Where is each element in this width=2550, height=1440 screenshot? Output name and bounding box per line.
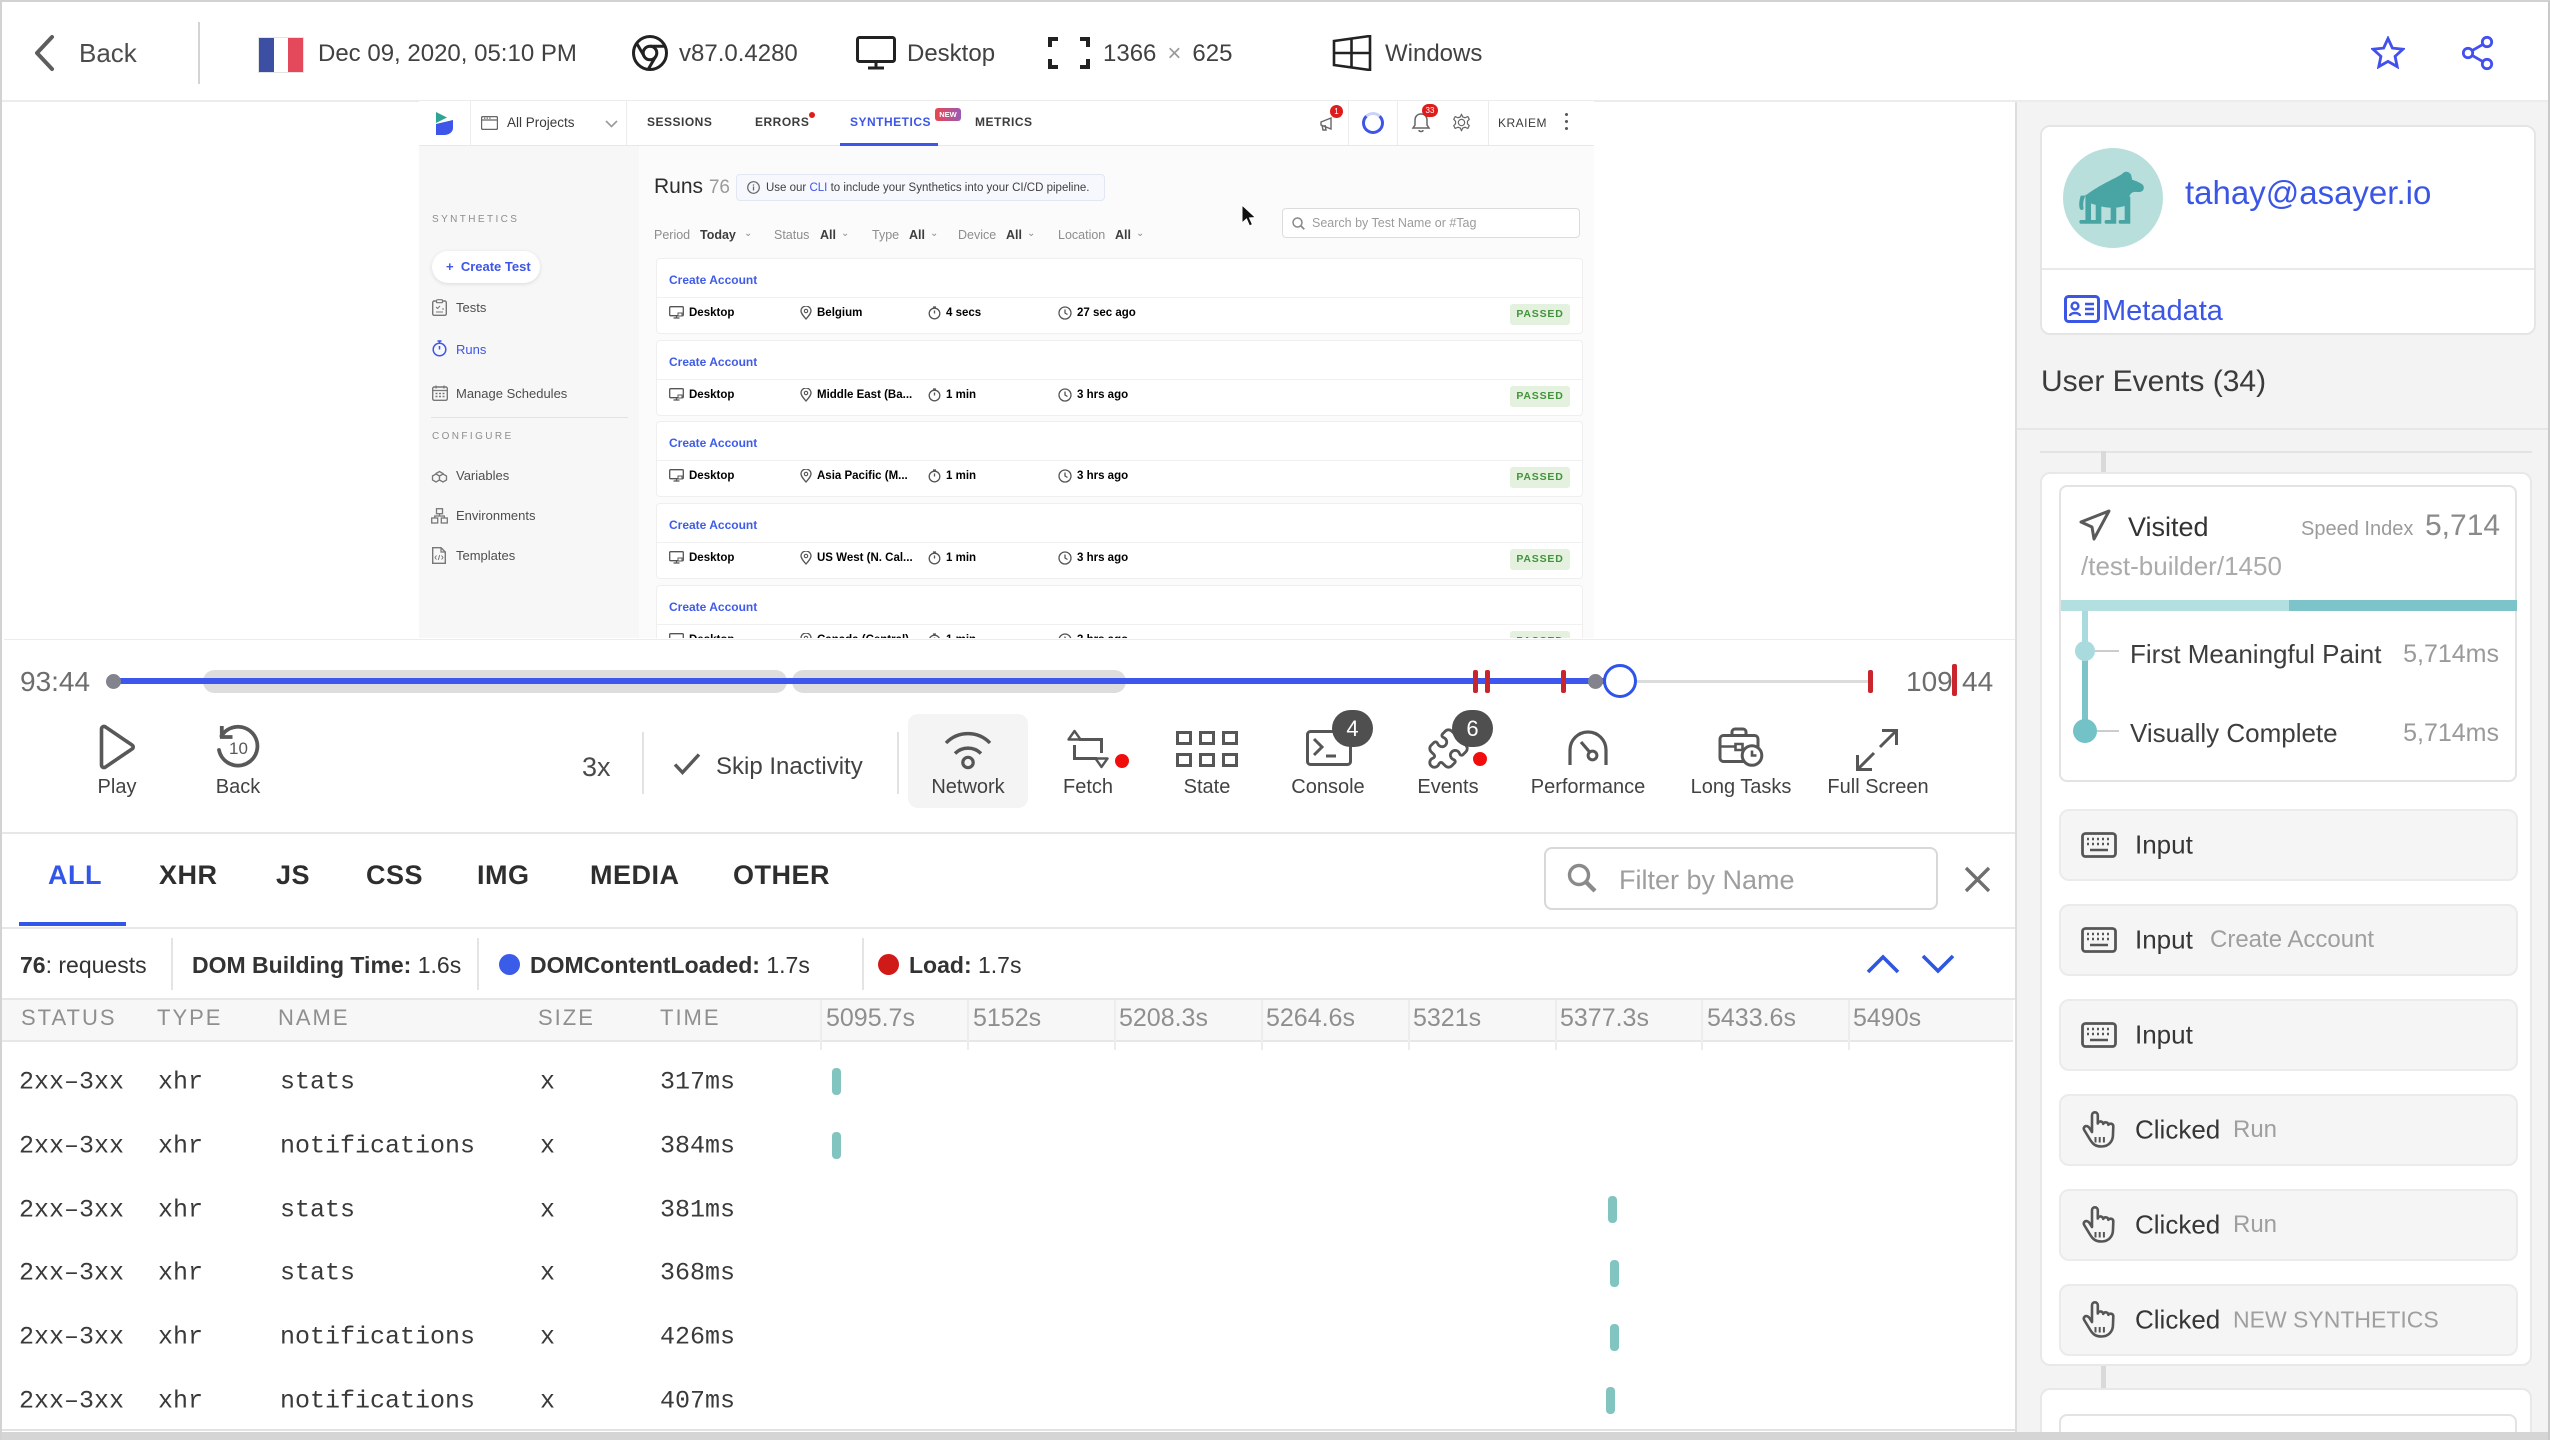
svg-text:10: 10 (229, 739, 248, 758)
